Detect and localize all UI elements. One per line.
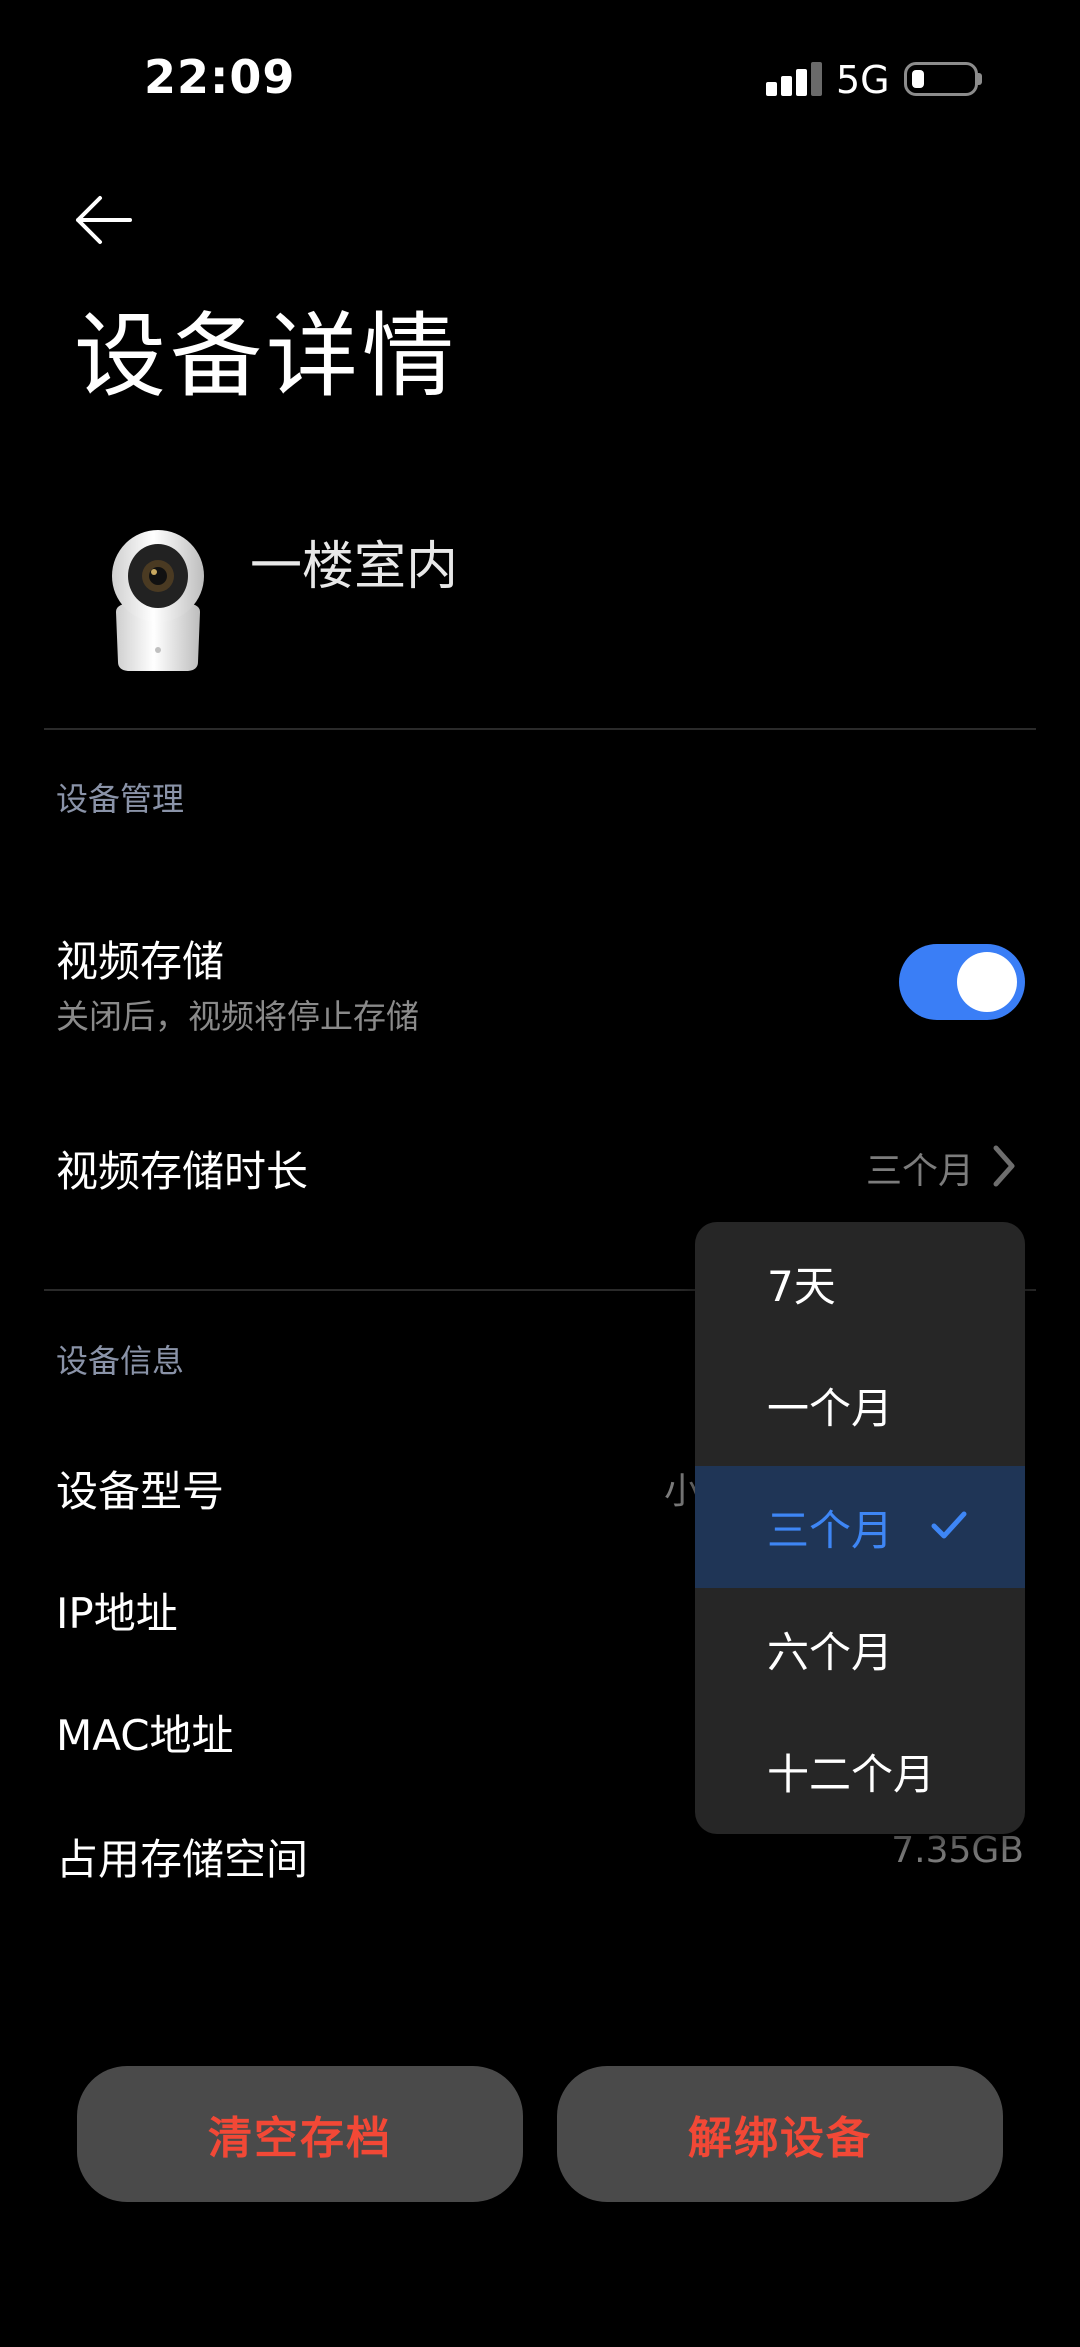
storage-used-label: 占用存储空间 xyxy=(56,1835,309,1884)
storage-used-value: 7.35GB xyxy=(891,1830,1024,1871)
video-storage-title: 视频存储 xyxy=(56,937,225,986)
device-name: 一楼室内 xyxy=(250,537,459,597)
dropdown-option-12m[interactable]: 十二个月 xyxy=(695,1710,1025,1832)
dropdown-option-label: 一个月 xyxy=(767,1383,894,1433)
dropdown-option-1m[interactable]: 一个月 xyxy=(695,1344,1025,1466)
arrow-left-icon xyxy=(76,196,132,244)
battery-cap xyxy=(977,73,982,85)
duration-dropdown-menu: 7天 一个月 三个月 六个月 十二个月 xyxy=(695,1222,1025,1834)
storage-duration-value: 三个月 xyxy=(865,1151,974,1192)
dropdown-option-label: 十二个月 xyxy=(767,1749,936,1799)
dropdown-option-6m[interactable]: 六个月 xyxy=(695,1588,1025,1710)
device-details-page: 22:09 5G 设备详情 一楼室内 设备管理 视频存储 关闭后，视频将停止存储… xyxy=(0,0,1080,2347)
section-label-info: 设备信息 xyxy=(56,1342,185,1380)
battery-level xyxy=(912,70,924,88)
chevron-right-icon xyxy=(990,1144,1018,1188)
page-title: 设备详情 xyxy=(74,303,459,410)
section-label-management: 设备管理 xyxy=(56,780,185,818)
divider xyxy=(44,728,1036,730)
toggle-knob xyxy=(957,952,1017,1012)
checkmark-icon xyxy=(931,1511,967,1539)
back-button[interactable] xyxy=(70,190,140,250)
video-storage-toggle[interactable] xyxy=(899,944,1025,1020)
dropdown-option-7d[interactable]: 7天 xyxy=(695,1222,1025,1344)
dropdown-option-3m[interactable]: 三个月 xyxy=(695,1466,1025,1588)
status-time: 22:09 xyxy=(144,50,296,104)
unbind-device-button[interactable]: 解绑设备 xyxy=(557,2066,1003,2202)
signal-strength-icon xyxy=(766,62,822,96)
dropdown-option-label: 7天 xyxy=(767,1261,836,1311)
mac-address-label: MAC地址 xyxy=(56,1711,234,1760)
dropdown-option-label: 三个月 xyxy=(767,1505,894,1555)
clear-archive-button[interactable]: 清空存档 xyxy=(77,2066,523,2202)
dropdown-option-label: 六个月 xyxy=(767,1627,894,1677)
video-storage-subtitle: 关闭后，视频将停止存储 xyxy=(56,997,419,1036)
network-type: 5G xyxy=(836,58,890,102)
battery-icon xyxy=(904,62,978,96)
security-camera-icon xyxy=(108,530,208,672)
device-model-label: 设备型号 xyxy=(56,1467,225,1516)
storage-duration-title: 视频存储时长 xyxy=(56,1147,309,1196)
ip-address-label: IP地址 xyxy=(56,1589,178,1638)
